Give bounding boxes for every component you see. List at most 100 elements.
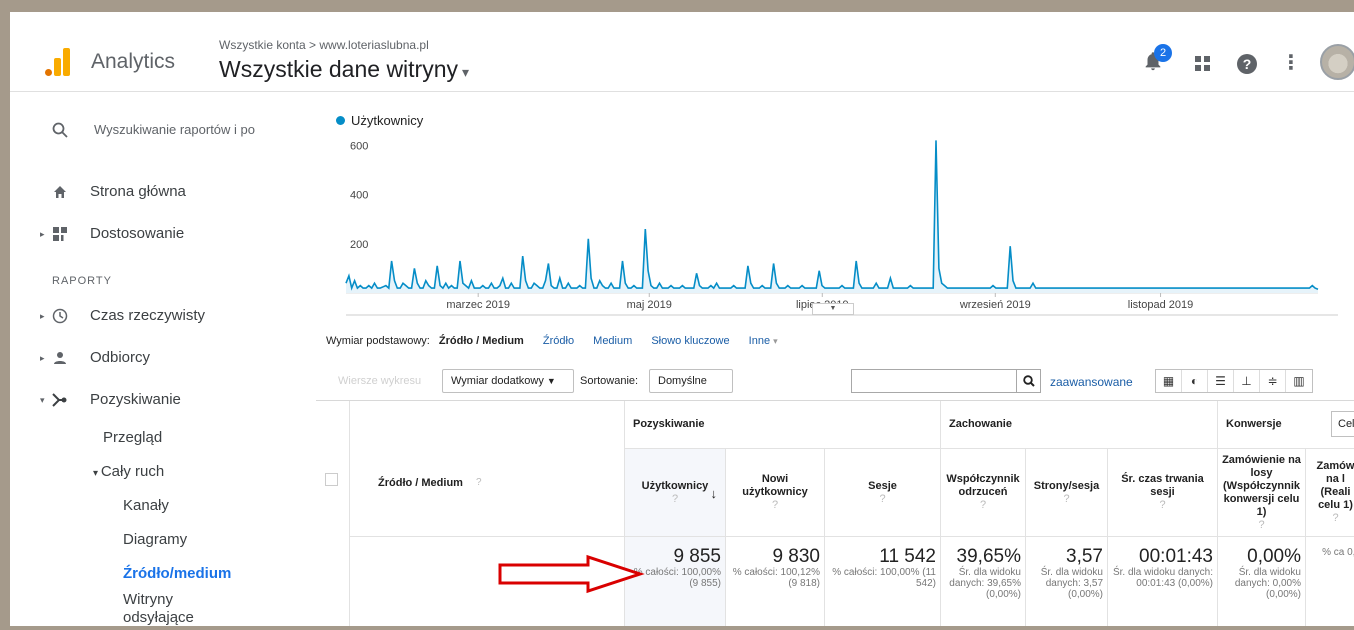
account-breadcrumb[interactable]: Wszystkie konta > www.loteriaslubna.pl: [219, 38, 429, 52]
column-header[interactable]: Nowi użytkownicy?: [726, 449, 825, 537]
total-cell: 9 830% całości: 100,12% (9 818): [726, 537, 825, 626]
column-header[interactable]: Śr. czas trwania sesji?: [1108, 449, 1218, 537]
column-header[interactable]: Użytkownicy? ↓: [625, 449, 726, 537]
y-tick-label: 200: [350, 239, 368, 251]
sidebar-item-customization[interactable]: ▸ Dostosowanie: [10, 219, 310, 249]
total-value: 00:01:43: [1139, 546, 1213, 567]
total-subtext: % ca 0,0: [1322, 547, 1354, 558]
dimension-medium[interactable]: Medium: [593, 335, 632, 347]
column-header[interactable]: Współczynnik odrzuceń?: [941, 449, 1026, 537]
plot-rows-button[interactable]: Wiersze wykresu: [338, 375, 421, 387]
search-input[interactable]: Wyszukiwanie raportów i po: [94, 115, 255, 145]
sidebar: Wyszukiwanie raportów i po Strona główna…: [10, 93, 316, 626]
column-header[interactable]: Strony/sesja?: [1026, 449, 1108, 537]
chart-canvas[interactable]: 600400200marzec 2019maj 2019lipiec 2019w…: [316, 93, 1354, 333]
column-header-label: Zamów na l (Reali celu 1): [1316, 460, 1354, 511]
search-icon: [51, 115, 69, 149]
x-tick-label: wrzesień 2019: [959, 299, 1031, 311]
sidebar-item-audience[interactable]: ▸ Odbiorcy: [10, 343, 310, 373]
table-toolbar: Wiersze wykresu Wymiar dodatkowy ▼ Sorto…: [326, 367, 1354, 408]
total-subtext: Śr. dla widoku danych: 39,65% (0,00%): [949, 567, 1021, 600]
x-tick-label: listopad 2019: [1128, 299, 1193, 311]
analytics-app: Analytics Wszystkie konta > www.loterias…: [10, 12, 1354, 626]
table-search-input[interactable]: [851, 369, 1041, 393]
view-title: Wszystkie dane witryny: [219, 56, 459, 82]
help-icon: ?: [1237, 54, 1257, 74]
sort-select[interactable]: Domyślne ▼: [649, 369, 733, 408]
pivot-view-icon[interactable]: ▥: [1286, 370, 1312, 392]
clock-icon: [51, 301, 69, 335]
reports-section-label: RAPORTY: [52, 275, 112, 287]
help-icon[interactable]: ?: [772, 499, 778, 512]
sidebar-item-label: Strona główna: [90, 183, 186, 200]
acquisition-icon: [51, 385, 69, 418]
advanced-filter-link[interactable]: zaawansowane: [1050, 375, 1133, 389]
data-table: Źródło / Medium ? Pozyskiwanie Zachowani…: [316, 400, 1354, 626]
sidebar-item-all-traffic[interactable]: ▾ Cały ruch: [93, 463, 164, 480]
total-subtext: Śr. dla widoku danych: 3,57 (0,00%): [1040, 567, 1103, 600]
secondary-dimension-select[interactable]: Wymiar dodatkowy ▼: [442, 369, 574, 393]
chart-resize-handle[interactable]: ▼: [812, 303, 854, 315]
table-search-button[interactable]: [1016, 369, 1041, 393]
total-value: 9 855: [673, 546, 721, 567]
sidebar-item-treemaps[interactable]: Diagramy: [123, 531, 187, 548]
secondary-dimension-label: Wymiar dodatkowy: [451, 375, 544, 387]
dimension-header[interactable]: Źródło / Medium: [378, 477, 463, 489]
more-options-button[interactable]: ⋮: [1278, 50, 1304, 76]
help-icon[interactable]: ?: [980, 499, 986, 512]
total-value: 39,65%: [956, 546, 1021, 567]
help-icon[interactable]: ?: [476, 477, 482, 488]
analytics-logo-icon[interactable]: [43, 46, 73, 76]
comparison-view-icon[interactable]: ⊥: [1234, 370, 1260, 392]
sidebar-item-channels[interactable]: Kanały: [123, 497, 169, 514]
help-icon[interactable]: ?: [672, 493, 678, 506]
sidebar-item-label: odsyłające: [123, 609, 194, 626]
dimension-keyword[interactable]: Słowo kluczowe: [651, 335, 729, 347]
sidebar-item-label: Cały ruch: [100, 463, 165, 480]
collapse-arrow-icon: ▾: [93, 468, 101, 479]
performance-view-icon[interactable]: ☰: [1208, 370, 1234, 392]
select-all-checkbox[interactable]: [325, 473, 338, 486]
account-avatar[interactable]: [1320, 44, 1354, 80]
column-header[interactable]: Zamów na l (Reali celu 1)?: [1306, 449, 1354, 537]
column-header-label: Współczynnik odrzuceń: [946, 473, 1020, 498]
help-icon[interactable]: ?: [1159, 499, 1165, 512]
goal-select[interactable]: Cel 1: Zamó: [1331, 411, 1354, 437]
help-icon[interactable]: ?: [879, 493, 885, 506]
help-icon[interactable]: ?: [1063, 493, 1069, 506]
sidebar-item-referrals[interactable]: Witryny odsyłające: [123, 591, 194, 626]
total-cell: % ca 0,0: [1306, 537, 1354, 626]
column-header[interactable]: Zamówienie na losy (Współczynnik konwers…: [1218, 449, 1306, 537]
help-icon[interactable]: ?: [1258, 519, 1264, 532]
column-header-label: Strony/sesja: [1033, 479, 1100, 492]
sidebar-item-source-medium[interactable]: Źródło/medium: [123, 565, 231, 582]
view-selector[interactable]: Wszystkie dane witryny ▾: [219, 56, 469, 83]
y-tick-label: 400: [350, 190, 368, 202]
notifications-button[interactable]: 2: [1140, 44, 1172, 76]
help-button[interactable]: ?: [1234, 50, 1260, 76]
sidebar-item-realtime[interactable]: ▸ Czas rzeczywisty: [10, 301, 310, 331]
dimension-source-medium[interactable]: Źródło / Medium: [439, 335, 524, 347]
term-cloud-view-icon[interactable]: ≑: [1260, 370, 1286, 392]
series-line-users[interactable]: [345, 140, 1319, 291]
sidebar-item-home[interactable]: Strona główna: [10, 177, 310, 207]
table-view-icon[interactable]: ▦: [1156, 370, 1182, 392]
column-header-label: Śr. czas trwania sesji: [1121, 473, 1204, 498]
search-icon: [1022, 375, 1035, 387]
column-header[interactable]: Sesje?: [825, 449, 941, 537]
primary-dimension-bar: Wymiar podstawowy: Źródło / Medium Źródł…: [326, 335, 778, 347]
pie-view-icon[interactable]: ◐: [1182, 370, 1208, 392]
help-icon[interactable]: ?: [1332, 512, 1338, 525]
sidebar-item-acquisition[interactable]: ▾ Pozyskiwanie: [10, 385, 310, 415]
apps-button[interactable]: [1190, 50, 1216, 76]
report-search[interactable]: Wyszukiwanie raportów i po: [10, 115, 310, 145]
app-name: Analytics: [91, 50, 176, 73]
dimension-more-dropdown[interactable]: Inne ▾: [749, 335, 778, 347]
caret-down-icon: ▼: [546, 376, 556, 386]
sidebar-item-overview[interactable]: Przegląd: [103, 429, 162, 446]
sort-descending-icon[interactable]: ↓: [711, 487, 718, 500]
expand-arrow-icon: ▸: [40, 229, 45, 239]
collapse-arrow-icon: ▾: [40, 395, 45, 405]
dimension-source[interactable]: Źródło: [543, 335, 574, 347]
column-header-label: Sesje: [868, 479, 897, 492]
